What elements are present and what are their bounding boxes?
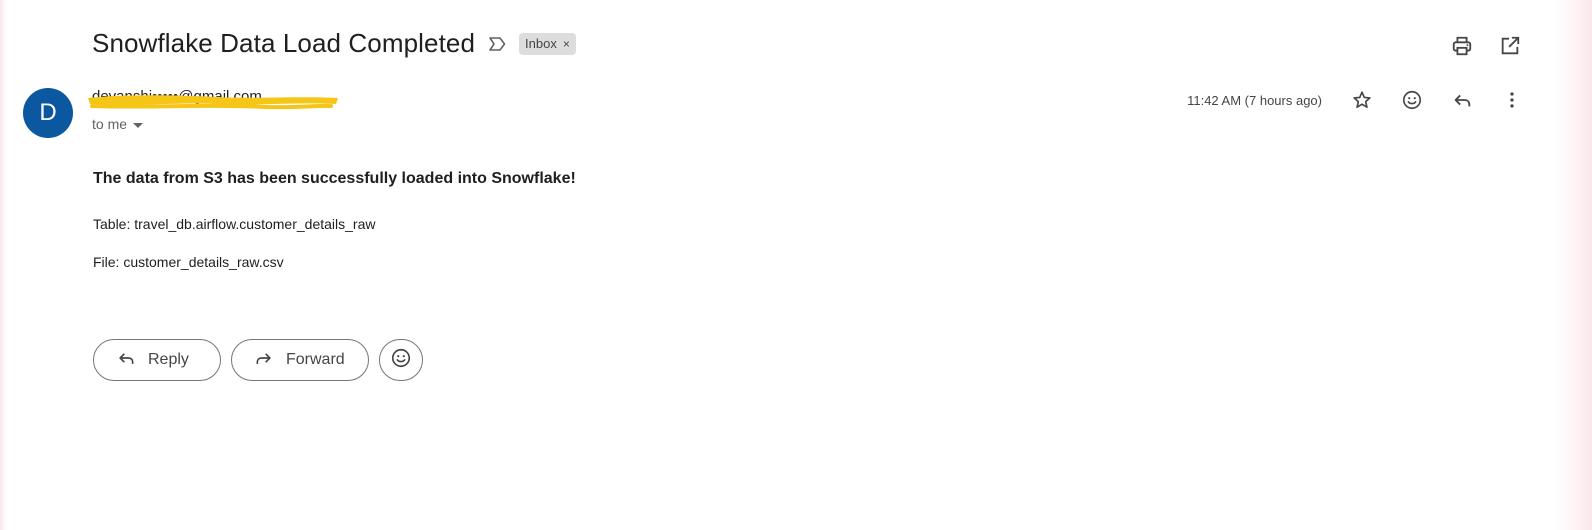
redaction-scribble [88,95,338,110]
message-timestamp: 11:42 AM (7 hours ago) [1187,92,1322,108]
email-view: Snowflake Data Load Completed Inbox × D … [0,0,1592,530]
add-reaction-icon[interactable] [1400,88,1424,112]
background-edge-left [0,0,6,530]
star-icon[interactable] [1350,88,1374,112]
message-table-line: Table: travel_db.airflow.customer_detail… [93,216,376,232]
message-body: The data from S3 has been successfully l… [93,170,1293,292]
open-in-new-window-icon[interactable] [1498,34,1522,58]
sender-avatar[interactable]: D [23,88,73,138]
label-chip-text: Inbox [525,36,557,51]
reply-icon [116,348,136,373]
chevron-down-icon[interactable] [133,122,144,128]
recipient-details[interactable]: to me [92,116,144,132]
print-icon[interactable] [1450,34,1474,58]
add-reaction-icon [390,347,412,374]
add-reaction-button[interactable] [379,339,423,381]
subject-row: Snowflake Data Load Completed Inbox × [92,28,576,59]
message-meta: 11:42 AM (7 hours ago) [1187,88,1524,112]
reply-icon[interactable] [1450,88,1474,112]
reply-actions: Reply Forward [93,339,423,381]
reply-button[interactable]: Reply [93,339,221,381]
forward-icon [254,348,274,373]
forward-label: Forward [286,351,345,368]
recipient-label: to me [92,116,128,132]
importance-marker-icon[interactable] [487,34,507,54]
avatar-initial: D [39,99,57,126]
forward-button[interactable]: Forward [231,339,369,381]
more-vert-icon[interactable] [1500,88,1524,112]
message-file-line: File: customer_details_raw.csv [93,254,284,270]
reply-label: Reply [148,351,189,368]
email-subject: Snowflake Data Load Completed [92,28,476,58]
remove-label-button[interactable]: × [563,37,570,51]
inbox-label-chip[interactable]: Inbox × [519,32,576,55]
message-headline: The data from S3 has been successfully l… [93,170,576,187]
background-edge-right [1554,0,1592,530]
thread-actions [1450,34,1522,58]
